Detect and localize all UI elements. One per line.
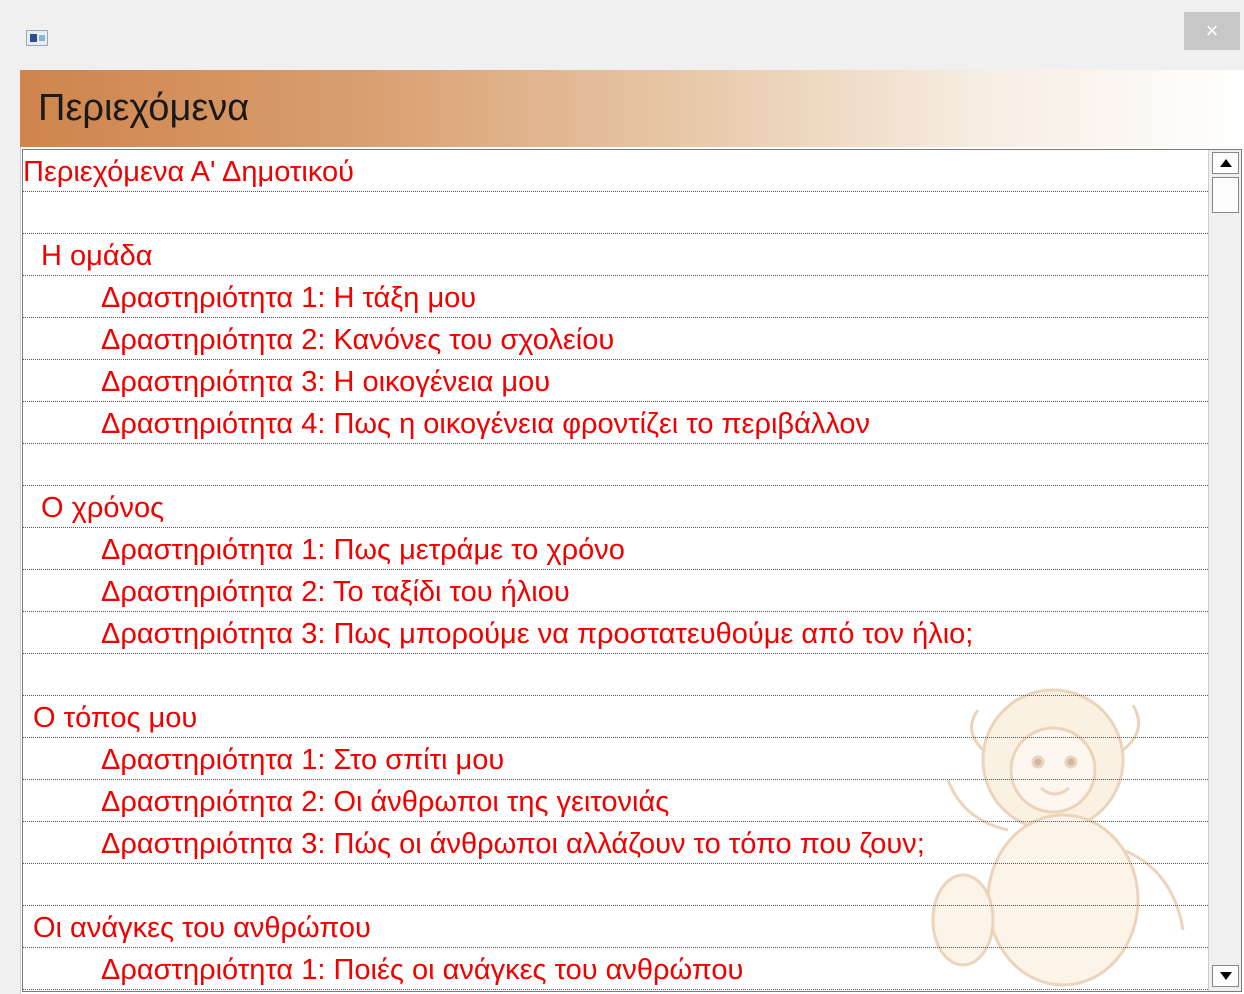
list-item[interactable] (23, 444, 1208, 486)
list-item[interactable]: Δραστηριότητα 3: Η οικογένεια μου (23, 360, 1208, 402)
list-item[interactable]: Δραστηριότητα 1: Πως μετράμε το χρόνο (23, 528, 1208, 570)
page-title: Περιεχόμενα (38, 87, 250, 129)
contents-rows: Περιεχόμενα Α' Δημοτικού Η ομάδα Δραστηρ… (23, 150, 1208, 990)
list-item[interactable]: Δραστηριότητα 1: Ποιές οι ανάγκες του αν… (23, 948, 1208, 990)
list-item[interactable]: Δραστηριότητα 4: Πως η οικογένεια φροντί… (23, 402, 1208, 444)
list-item[interactable]: Ο τόπος μου (23, 696, 1208, 738)
list-item[interactable]: Δραστηριότητα 2: Οι άνθρωποι της γειτονι… (23, 780, 1208, 822)
app-window-icon (26, 30, 48, 46)
list-item[interactable]: Δραστηριότητα 3: Πως μπορούμε να προστατ… (23, 612, 1208, 654)
contents-list[interactable]: Περιεχόμενα Α' Δημοτικού Η ομάδα Δραστηρ… (22, 149, 1242, 992)
list-item[interactable]: Δραστηριότητα 3: Πώς οι άνθρωποι αλλάζου… (23, 822, 1208, 864)
list-item[interactable] (23, 192, 1208, 234)
scroll-thumb[interactable] (1212, 177, 1239, 213)
list-item[interactable]: Οι ανάγκες του ανθρώπου (23, 906, 1208, 948)
list-item[interactable]: Δραστηριότητα 2: Κανόνες του σχολείου (23, 318, 1208, 360)
title-bar: × (0, 0, 1244, 70)
list-item[interactable]: Δραστηριότητα 2: Το ταξίδι του ήλιου (23, 570, 1208, 612)
arrow-down-icon (1220, 972, 1232, 980)
arrow-up-icon (1220, 159, 1232, 167)
list-item[interactable]: Ο χρόνος (23, 486, 1208, 528)
list-item[interactable]: Δραστηριότητα 1: Η τάξη μου (23, 276, 1208, 318)
list-item[interactable]: Δραστηριότητα 1: Στο σπίτι μου (23, 738, 1208, 780)
vertical-scrollbar[interactable] (1208, 150, 1241, 991)
close-button[interactable]: × (1184, 12, 1240, 50)
list-item[interactable] (23, 864, 1208, 906)
scroll-down-button[interactable] (1212, 965, 1239, 987)
list-item[interactable] (23, 654, 1208, 696)
list-item[interactable]: Η ομάδα (23, 234, 1208, 276)
list-item[interactable]: Περιεχόμενα Α' Δημοτικού (23, 150, 1208, 192)
scroll-up-button[interactable] (1212, 152, 1239, 174)
contents-header: Περιεχόμενα (20, 70, 1244, 147)
